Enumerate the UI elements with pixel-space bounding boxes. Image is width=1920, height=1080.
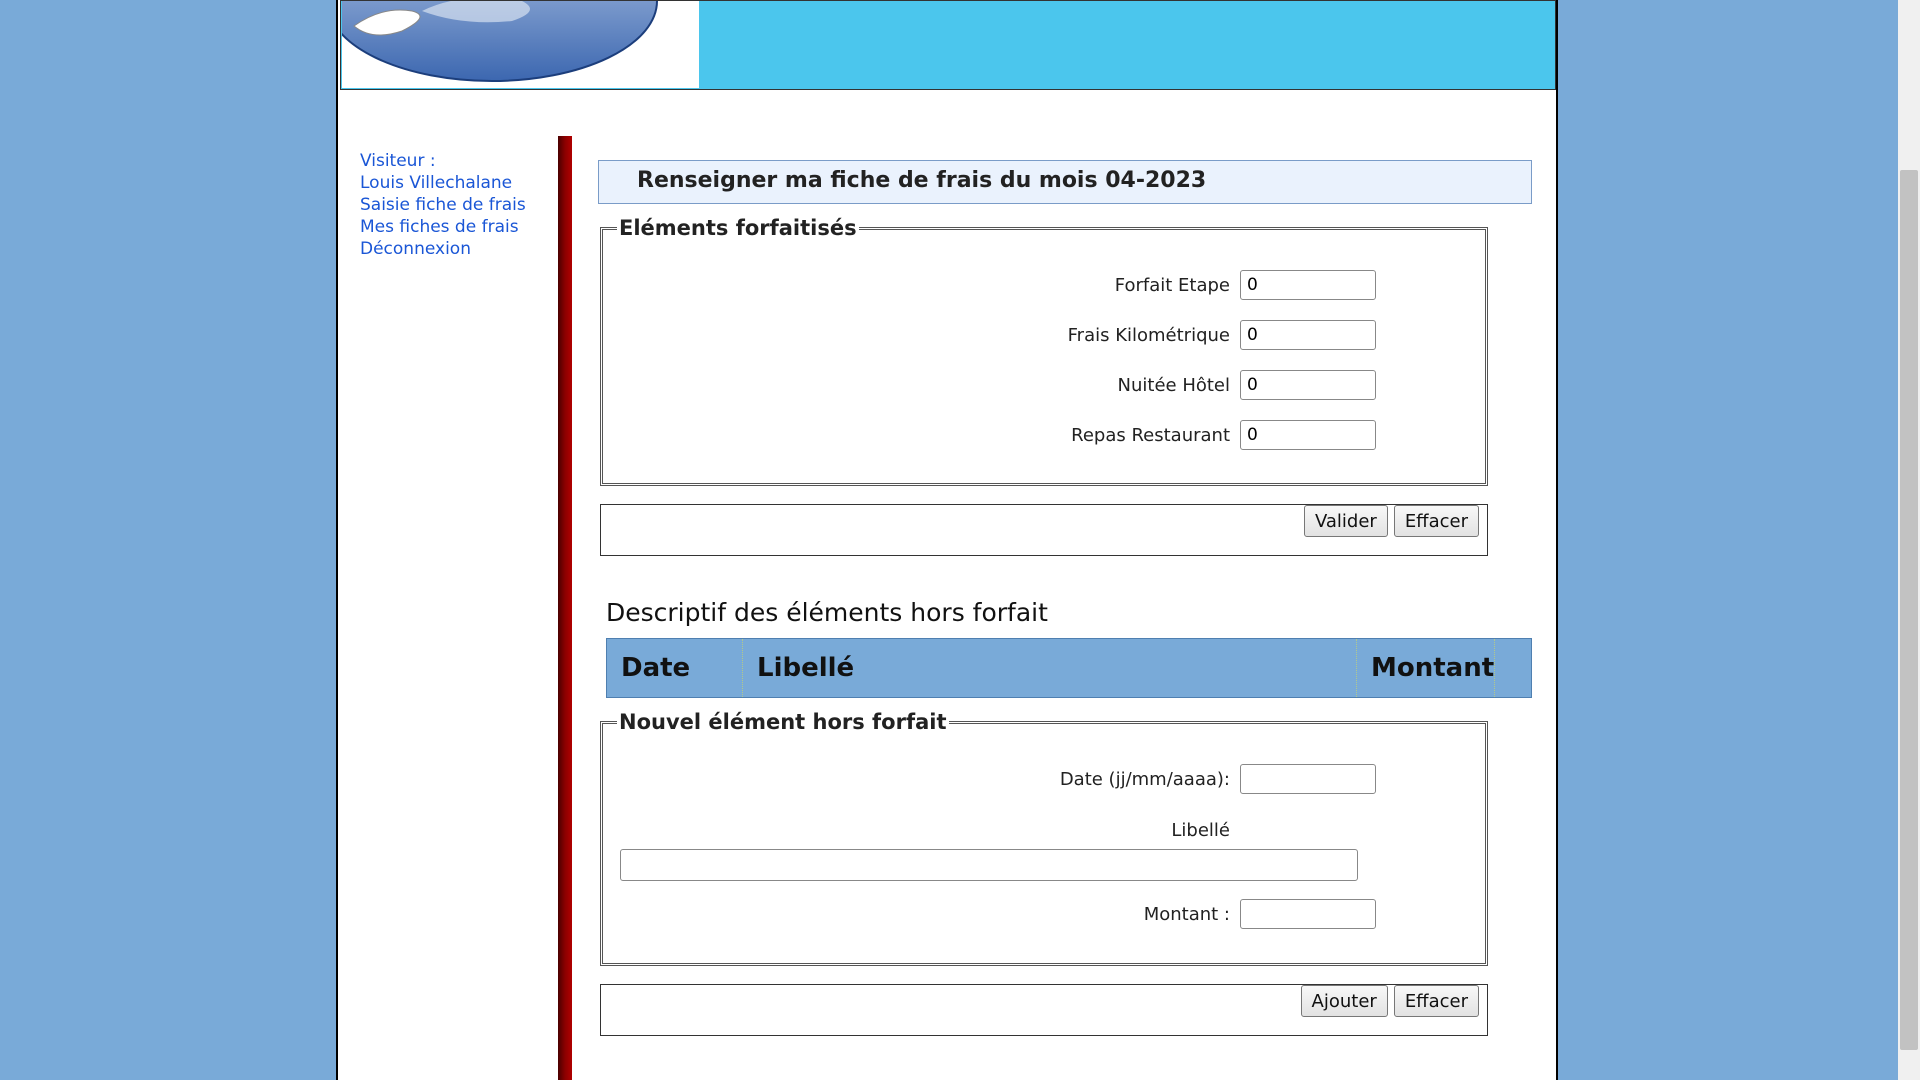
- column-header-date: Date: [607, 639, 743, 697]
- nouvel-montant-input[interactable]: [1240, 899, 1376, 929]
- forfait-etape-label: Forfait Etape: [1114, 274, 1230, 296]
- effacer-nouvel-button[interactable]: Effacer: [1393, 985, 1479, 1017]
- column-header-libelle: Libellé: [743, 639, 1357, 697]
- nouvel-element-legend: Nouvel élément hors forfait: [619, 710, 947, 734]
- nuitee-hotel-row: Nuitée Hôtel: [736, 370, 1376, 400]
- nouvel-libelle-label: Libellé: [1171, 820, 1230, 841]
- sidebar-menu: Visiteur : Louis Villechalane Saisie fic…: [360, 150, 550, 260]
- nouvel-date-label: Date (jj/mm/aaaa):: [1059, 768, 1230, 790]
- repas-restaurant-label: Repas Restaurant: [1071, 424, 1230, 446]
- repas-restaurant-input[interactable]: [1240, 420, 1376, 450]
- logo-icon: [342, 1, 658, 82]
- page-container: Visiteur : Louis Villechalane Saisie fic…: [336, 0, 1558, 1080]
- forfait-legend: Eléments forfaitisés: [619, 216, 857, 240]
- effacer-forfait-button[interactable]: Effacer: [1393, 505, 1479, 537]
- hors-forfait-table-header: Date Libellé Montant: [606, 638, 1532, 698]
- nouvel-montant-label: Montant :: [1143, 903, 1230, 925]
- sidebar-link-deconnexion[interactable]: Déconnexion: [360, 238, 550, 260]
- valider-button[interactable]: Valider: [1303, 505, 1388, 537]
- column-header-montant: Montant: [1357, 639, 1495, 697]
- frais-kilometrique-input[interactable]: [1240, 320, 1376, 350]
- nouvel-button-bar: Ajouter Effacer: [600, 984, 1488, 1036]
- nuitee-hotel-label: Nuitée Hôtel: [1117, 374, 1230, 396]
- frais-kilometrique-label: Frais Kilométrique: [1067, 324, 1230, 346]
- column-header-spacer: [1495, 639, 1531, 697]
- visitor-label: Visiteur :: [360, 151, 436, 171]
- vertical-scrollbar[interactable]: [1898, 0, 1920, 1080]
- sidebar-link-saisie-fiche[interactable]: Saisie fiche de frais: [360, 194, 550, 216]
- nuitee-hotel-input[interactable]: [1240, 370, 1376, 400]
- nouvel-date-input[interactable]: [1240, 764, 1376, 794]
- nouvel-montant-row: Montant :: [736, 899, 1376, 929]
- forfait-etape-input[interactable]: [1240, 270, 1376, 300]
- sidebar-link-mes-fiches[interactable]: Mes fiches de frais: [360, 216, 550, 238]
- hors-forfait-title: Descriptif des éléments hors forfait: [606, 598, 1048, 627]
- forfait-etape-row: Forfait Etape: [736, 270, 1376, 300]
- vertical-divider: [558, 136, 572, 1080]
- forfait-button-bar: Valider Effacer: [600, 504, 1488, 556]
- page-title-box: Renseigner ma fiche de frais du mois 04-…: [598, 160, 1532, 204]
- nouvel-date-row: Date (jj/mm/aaaa):: [736, 764, 1376, 794]
- logo: [342, 1, 699, 88]
- frais-kilometrique-row: Frais Kilométrique: [736, 320, 1376, 350]
- visitor-name: Louis Villechalane: [360, 173, 513, 193]
- nouvel-libelle-input[interactable]: [620, 849, 1358, 881]
- ajouter-button[interactable]: Ajouter: [1300, 985, 1388, 1017]
- repas-restaurant-row: Repas Restaurant: [736, 420, 1376, 450]
- page-title: Renseigner ma fiche de frais du mois 04-…: [637, 168, 1207, 193]
- header-banner: [340, 0, 1556, 90]
- nouvel-libelle-label-row: Libellé: [736, 820, 1230, 841]
- scrollbar-thumb[interactable]: [1900, 170, 1918, 1050]
